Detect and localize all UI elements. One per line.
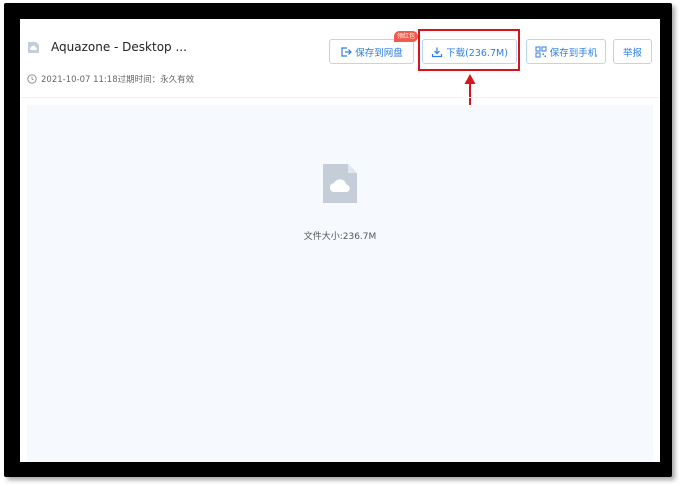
report-button[interactable]: 举报 — [613, 39, 652, 64]
file-share-window: Aquazone - Desktop ... 2021-10-07 11:18过… — [20, 19, 660, 462]
report-label: 举报 — [622, 47, 642, 59]
download-highlight-box — [418, 29, 520, 71]
cloud-file-icon — [323, 164, 357, 203]
header-divider — [20, 97, 660, 98]
red-packet-badge: 领红包 — [394, 31, 419, 42]
meta-text: 2021-10-07 11:18过期时间：永久有效 — [41, 75, 195, 85]
save-to-cloud-label: 保存到网盘 — [355, 47, 403, 59]
screenshot-frame: Aquazone - Desktop ... 2021-10-07 11:18过… — [4, 3, 672, 477]
cloud-file-icon — [28, 42, 39, 53]
file-preview-area: 文件大小:236.7M — [27, 105, 653, 462]
save-to-cloud-button[interactable]: 保存到网盘 — [329, 39, 414, 64]
qr-phone-icon — [535, 46, 547, 57]
save-to-phone-label: 保存到手机 — [549, 47, 598, 59]
file-size-text: 文件大小:236.7M — [303, 232, 377, 242]
file-meta: 2021-10-07 11:18过期时间：永久有效 — [27, 73, 194, 85]
save-to-cloud-icon — [341, 46, 353, 57]
file-title: Aquazone - Desktop ... — [51, 40, 187, 54]
clock-icon — [27, 74, 37, 84]
save-to-phone-button[interactable]: 保存到手机 — [526, 39, 606, 64]
